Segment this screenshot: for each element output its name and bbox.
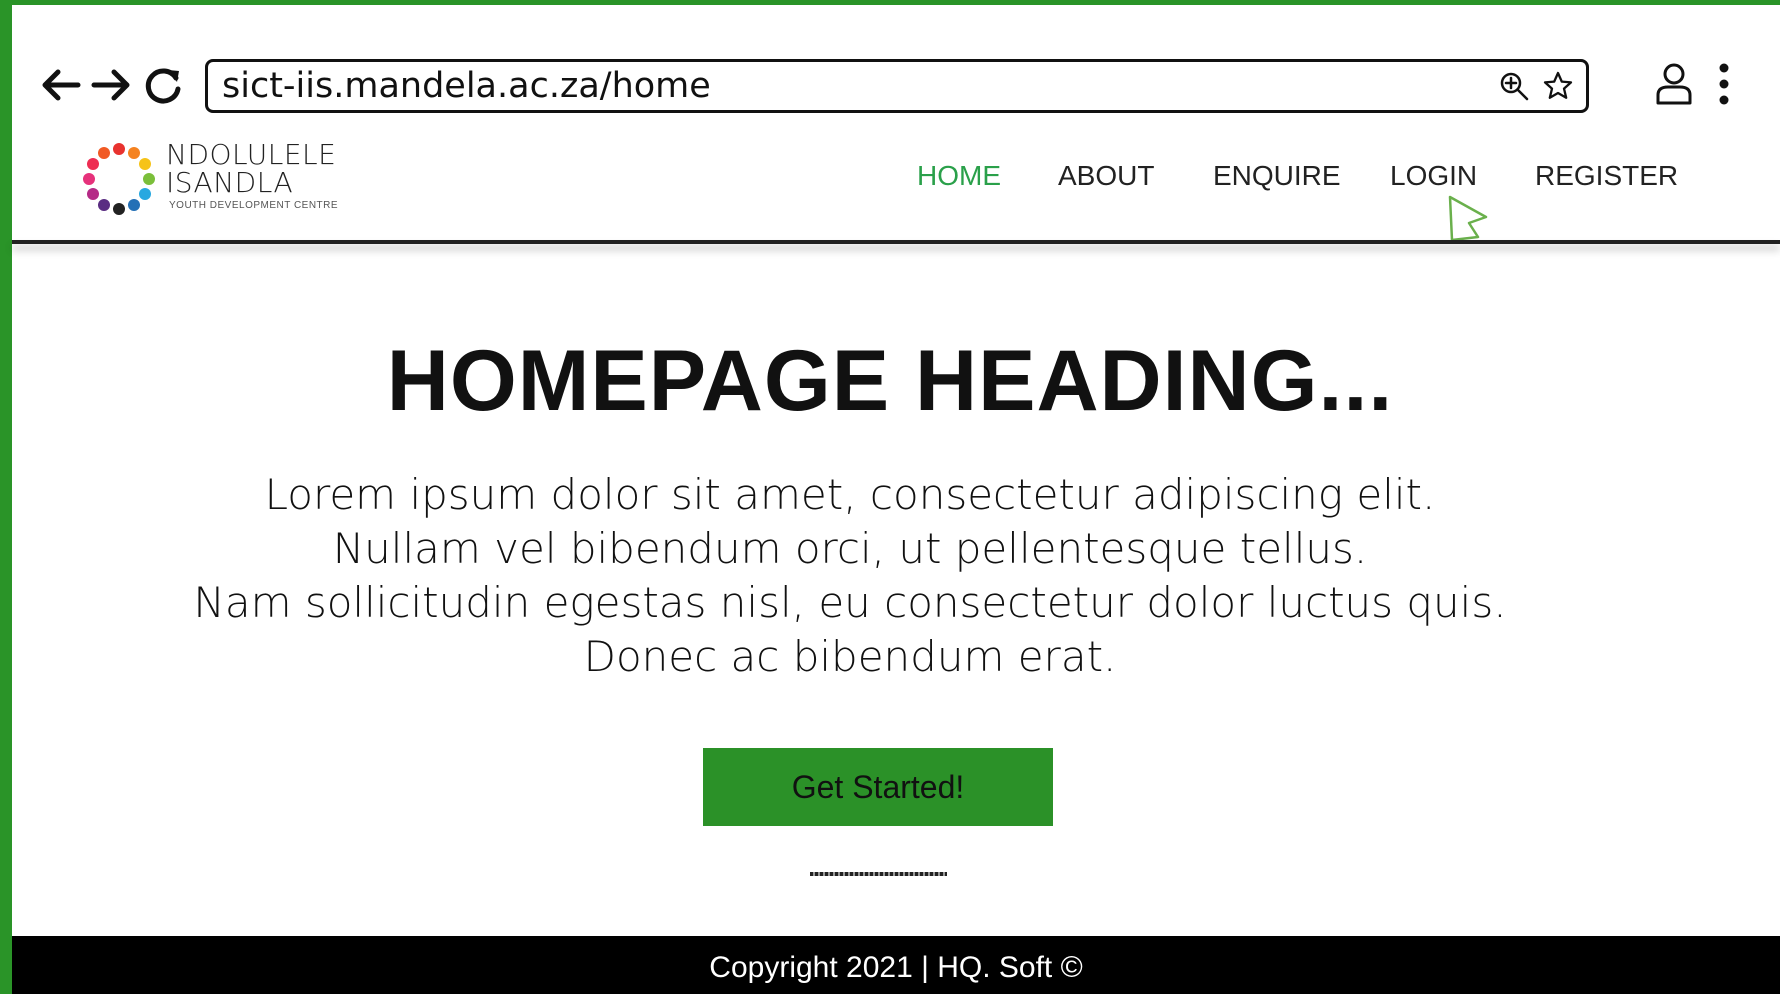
header-divider — [12, 240, 1780, 244]
hero-line: Nam sollicitudin egestas nisl, eu consec… — [193, 578, 1507, 627]
flower-logo-icon[interactable] — [78, 138, 160, 220]
kebab-menu-icon[interactable] — [1712, 62, 1736, 106]
decorative-scribble — [810, 872, 947, 876]
brand-name-line2: ISANDLA — [166, 166, 294, 199]
page-title: HOMEPAGE HEADING... — [386, 333, 1394, 429]
window-frame-left — [0, 0, 12, 994]
hero-line: Donec ac bibendum erat. — [583, 632, 1117, 681]
window-frame-top — [0, 0, 1780, 5]
user-icon[interactable] — [1654, 61, 1694, 107]
nav-enquire[interactable]: ENQUIRE — [1213, 160, 1341, 192]
hero-line: Lorem ipsum dolor sit amet, consectetur … — [264, 470, 1436, 519]
arrow-left-icon — [42, 69, 81, 101]
reload-icon — [145, 68, 181, 104]
get-started-button[interactable]: Get Started! — [703, 748, 1053, 826]
brand-tagline: YOUTH DEVELOPMENT CENTRE — [169, 200, 339, 211]
hero-paragraph: Lorem ipsum dolor sit amet, consectetur … — [90, 468, 1610, 684]
forward-button[interactable] — [88, 62, 134, 108]
star-icon[interactable] — [1542, 70, 1574, 102]
reload-button[interactable] — [140, 62, 186, 108]
copyright-text: Copyright 2021 | HQ. Soft © — [709, 951, 1083, 984]
nav-home[interactable]: HOME — [917, 160, 1001, 192]
url-text[interactable]: sict-iis.mandela.ac.za/home — [222, 62, 711, 110]
nav-register[interactable]: REGISTER — [1535, 160, 1678, 192]
footer: Copyright 2021 | HQ. Soft © — [12, 936, 1780, 994]
address-bar[interactable]: sict-iis.mandela.ac.za/home — [205, 59, 1589, 113]
hero-line: Nullam vel bibendum orci, ut pellentesqu… — [332, 524, 1368, 573]
nav-login[interactable]: LOGIN — [1390, 160, 1477, 192]
arrow-right-icon — [91, 69, 130, 101]
back-button[interactable] — [38, 62, 84, 108]
zoom-in-icon[interactable] — [1498, 70, 1530, 102]
mouse-pointer-icon — [1438, 193, 1494, 245]
nav-about[interactable]: ABOUT — [1058, 160, 1154, 192]
